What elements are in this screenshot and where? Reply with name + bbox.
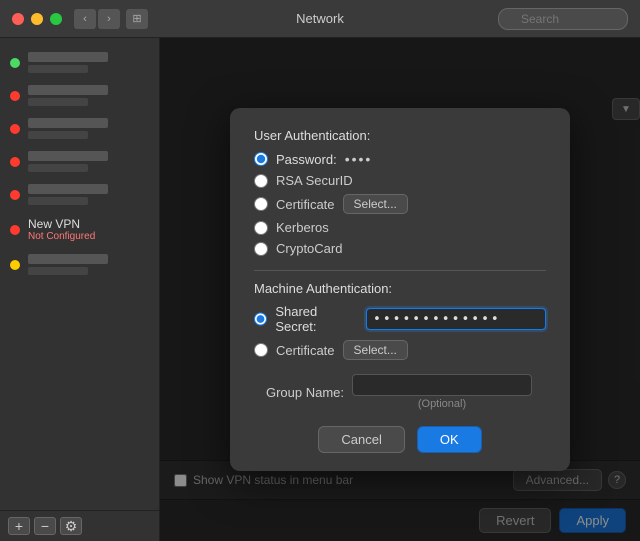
group-name-input[interactable] bbox=[352, 374, 532, 396]
shared-secret-radio-row: Shared Secret: bbox=[254, 304, 546, 334]
item-sub bbox=[28, 164, 88, 172]
status-dot-green bbox=[10, 58, 20, 68]
cryptocard-radio[interactable] bbox=[254, 242, 268, 256]
new-vpn-sub: Not Configured bbox=[28, 231, 95, 242]
rsa-label: RSA SecurID bbox=[276, 173, 353, 188]
list-item[interactable] bbox=[0, 178, 159, 211]
group-name-row: Group Name: (Optional) bbox=[254, 374, 546, 410]
list-item[interactable] bbox=[0, 112, 159, 145]
cancel-button[interactable]: Cancel bbox=[318, 426, 404, 453]
item-sub bbox=[28, 65, 88, 73]
status-dot-red bbox=[10, 124, 20, 134]
sidebar: New VPN Not Configured + − ⚙ bbox=[0, 38, 160, 541]
optional-hint: (Optional) bbox=[352, 398, 532, 410]
minimize-button[interactable] bbox=[31, 13, 43, 25]
shared-secret-label: Shared Secret: bbox=[275, 304, 358, 334]
maximize-button[interactable] bbox=[50, 13, 62, 25]
machine-cert-radio[interactable] bbox=[254, 343, 268, 357]
item-sub bbox=[28, 98, 88, 106]
machine-cert-radio-row: Certificate Select... bbox=[254, 340, 546, 360]
list-item[interactable] bbox=[0, 79, 159, 112]
sidebar-items: New VPN Not Configured bbox=[0, 46, 159, 510]
machine-cert-select-button[interactable]: Select... bbox=[343, 340, 408, 360]
search-wrap bbox=[498, 8, 628, 30]
certificate-select-button[interactable]: Select... bbox=[343, 194, 408, 214]
certificate-radio-row: Certificate Select... bbox=[254, 194, 546, 214]
machine-auth-options: Shared Secret: Certificate Select... bbox=[254, 304, 546, 360]
rsa-radio-row: RSA SecurID bbox=[254, 173, 546, 188]
status-dot-yellow bbox=[10, 260, 20, 270]
main-content: New VPN Not Configured + − ⚙ ▼ bbox=[0, 38, 640, 541]
window-title: Network bbox=[296, 11, 344, 26]
item-sub bbox=[28, 131, 88, 139]
machine-cert-label: Certificate bbox=[276, 343, 335, 358]
right-panel: ▼ Show VPN status in menu bar Advanced..… bbox=[160, 38, 640, 541]
remove-button[interactable]: − bbox=[34, 517, 56, 535]
item-name bbox=[28, 151, 108, 161]
item-name bbox=[28, 85, 108, 95]
auth-modal: User Authentication: Password: •••• RSA … bbox=[230, 108, 570, 471]
add-button[interactable]: + bbox=[8, 517, 30, 535]
kerberos-radio[interactable] bbox=[254, 221, 268, 235]
nav-arrows: ‹ › bbox=[74, 9, 120, 29]
divider bbox=[254, 270, 546, 271]
back-button[interactable]: ‹ bbox=[74, 9, 96, 29]
cryptocard-label: CryptoCard bbox=[276, 241, 342, 256]
list-item[interactable] bbox=[0, 248, 159, 281]
kerberos-radio-row: Kerberos bbox=[254, 220, 546, 235]
user-auth-options: Password: •••• RSA SecurID Certificate S… bbox=[254, 151, 546, 256]
password-label: Password: bbox=[276, 152, 337, 167]
title-bar: ‹ › ⊞ Network bbox=[0, 0, 640, 38]
password-field-value: •••• bbox=[345, 151, 373, 167]
search-input[interactable] bbox=[498, 8, 628, 30]
group-name-label: Group Name: bbox=[254, 385, 344, 400]
user-auth-title: User Authentication: bbox=[254, 128, 546, 143]
forward-button[interactable]: › bbox=[98, 9, 120, 29]
sidebar-bottom: + − ⚙ bbox=[0, 510, 159, 541]
password-radio[interactable] bbox=[254, 152, 268, 166]
cryptocard-radio-row: CryptoCard bbox=[254, 241, 546, 256]
item-sub bbox=[28, 197, 88, 205]
machine-auth-title: Machine Authentication: bbox=[254, 281, 546, 296]
certificate-radio[interactable] bbox=[254, 197, 268, 211]
shared-secret-radio[interactable] bbox=[254, 312, 267, 326]
item-name bbox=[28, 254, 108, 264]
item-sub bbox=[28, 267, 88, 275]
new-vpn-item[interactable]: New VPN Not Configured bbox=[0, 211, 159, 248]
password-radio-row: Password: •••• bbox=[254, 151, 546, 167]
status-dot-new-vpn bbox=[10, 225, 20, 235]
list-item[interactable] bbox=[0, 46, 159, 79]
list-item[interactable] bbox=[0, 145, 159, 178]
item-name bbox=[28, 184, 108, 194]
traffic-lights bbox=[12, 13, 62, 25]
gear-button[interactable]: ⚙ bbox=[60, 517, 82, 535]
status-dot-red bbox=[10, 190, 20, 200]
modal-overlay: User Authentication: Password: •••• RSA … bbox=[160, 38, 640, 541]
modal-buttons: Cancel OK bbox=[254, 426, 546, 453]
certificate-label: Certificate bbox=[276, 197, 335, 212]
ok-button[interactable]: OK bbox=[417, 426, 482, 453]
close-button[interactable] bbox=[12, 13, 24, 25]
item-name bbox=[28, 118, 108, 128]
rsa-radio[interactable] bbox=[254, 174, 268, 188]
grid-view-button[interactable]: ⊞ bbox=[126, 9, 148, 29]
item-name bbox=[28, 52, 108, 62]
status-dot-red bbox=[10, 91, 20, 101]
new-vpn-name: New VPN bbox=[28, 217, 95, 231]
shared-secret-input[interactable] bbox=[366, 308, 546, 330]
status-dot-red bbox=[10, 157, 20, 167]
kerberos-label: Kerberos bbox=[276, 220, 329, 235]
